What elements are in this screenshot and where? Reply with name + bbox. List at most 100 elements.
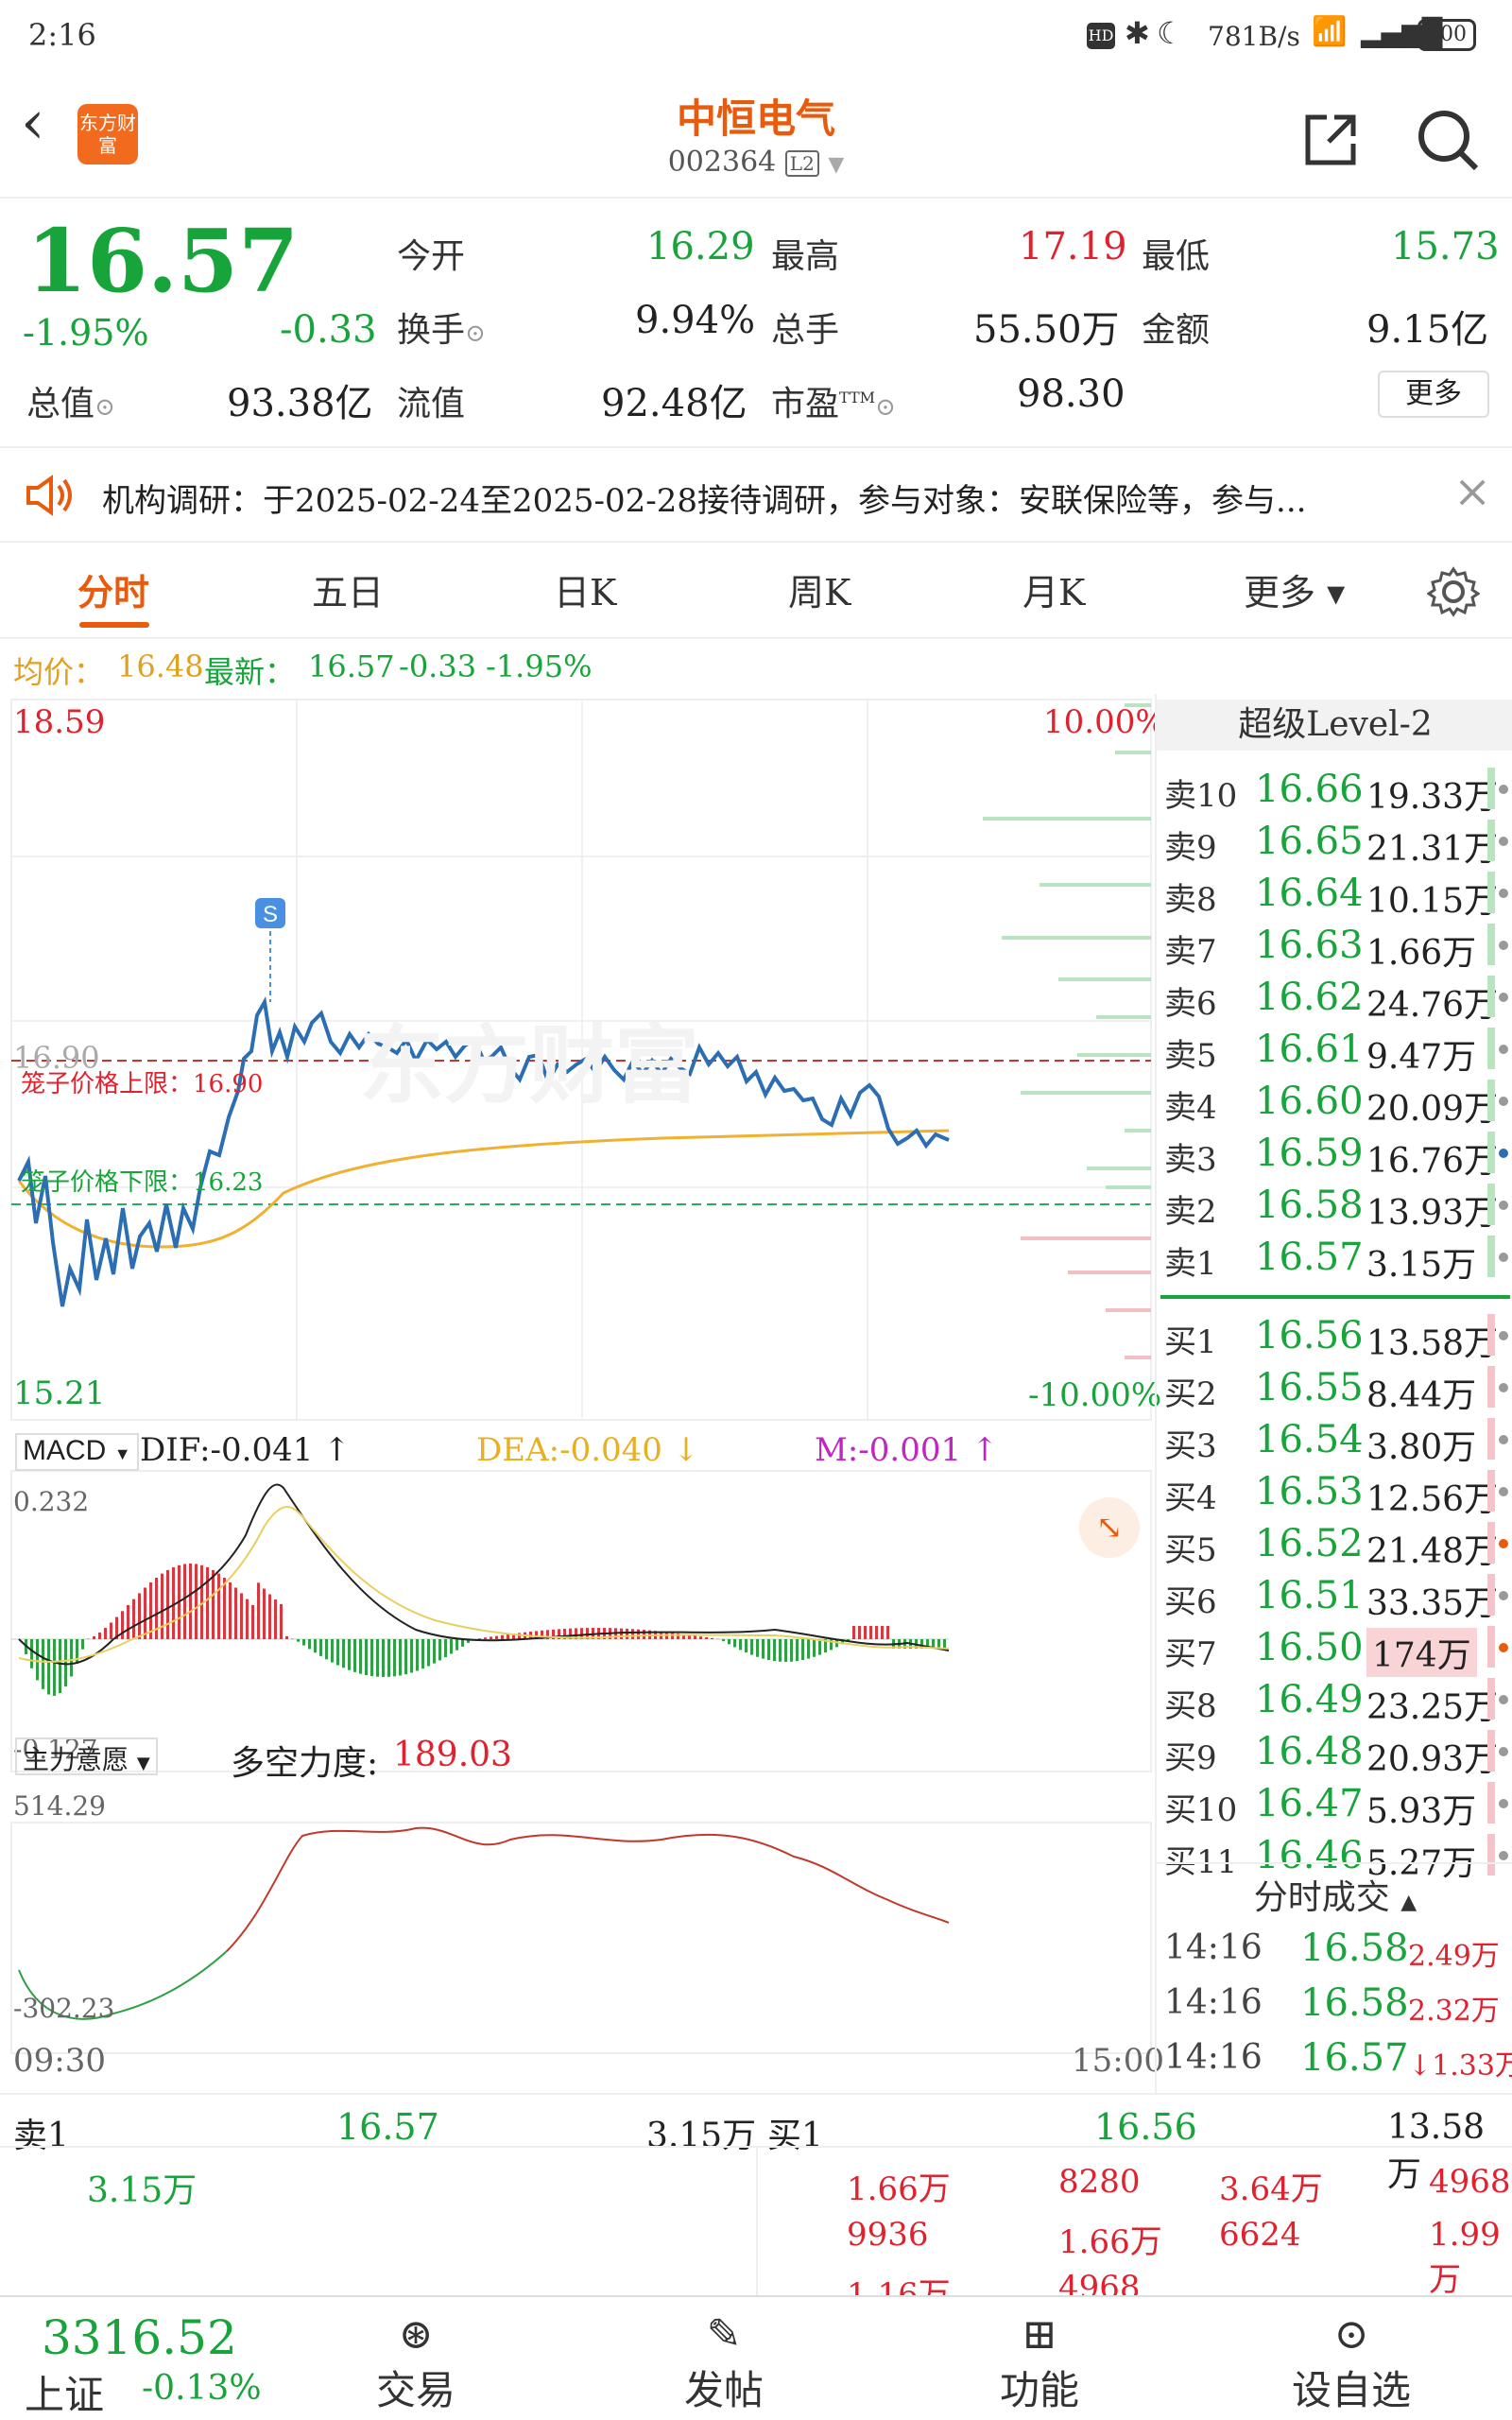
bid-row[interactable]: 买9 16.48 20.93万 [1164, 1726, 1508, 1779]
bid-row[interactable]: 买3 16.54 3.80万 [1164, 1414, 1508, 1467]
ask-row[interactable]: 卖3 16.59 16.76万 [1164, 1128, 1508, 1181]
ask-row[interactable]: 卖5 16.61 9.47万 [1164, 1024, 1508, 1077]
force-red-line [226, 1826, 950, 1952]
bid-row[interactable]: 买2 16.55 8.44万 [1164, 1362, 1508, 1415]
status-bar: 2:16 HD ✱ ☾ 781B/s 📶 ▂▄▆█ 100 [0, 0, 1512, 72]
mktcap-label[interactable]: 总值⊙ [26, 376, 115, 425]
back-icon[interactable]: ‹ [21, 93, 45, 153]
bid-volume-bar [1487, 1366, 1495, 1408]
bid-price: 16.52 [1255, 1522, 1364, 1565]
bid-label: 买4 [1164, 1479, 1217, 1517]
macd-bar [722, 1639, 725, 1642]
low-value: 15.73 [1391, 225, 1500, 268]
bid-dot [1499, 1851, 1508, 1860]
more-dots-icon: ⊙ [1333, 2310, 1369, 2359]
bid-row[interactable]: 买1 16.56 13.58万 [1164, 1310, 1508, 1363]
trades-title[interactable]: 分时成交 ▲ [1157, 1870, 1512, 1919]
bid-dot [1499, 1695, 1508, 1704]
close-icon[interactable]: × [1453, 465, 1491, 518]
bid-price: 16.51 [1255, 1574, 1364, 1617]
tab-more[interactable]: 更多 ▾ [1244, 563, 1345, 615]
macd-bar [518, 1633, 521, 1639]
ask-row[interactable]: 卖9 16.65 21.31万 [1164, 816, 1508, 869]
ask-dot [1499, 785, 1508, 794]
bid-row[interactable]: 买8 16.49 23.25万 [1164, 1674, 1508, 1727]
ask-row[interactable]: 卖8 16.64 10.15万 [1164, 868, 1508, 921]
bid-row[interactable]: 买4 16.53 12.56万 [1164, 1466, 1508, 1519]
bid-volume-bar [1487, 1626, 1495, 1668]
ask-row[interactable]: 卖6 16.62 24.76万 [1164, 972, 1508, 1025]
bid-volume: 23.25万 [1366, 1688, 1499, 1727]
macd-histogram [25, 1564, 946, 1696]
order-book-summary: 卖1 16.57 3.15万 买1 16.56 13.58万 3.15万 1.6… [0, 2093, 1512, 2314]
bid-volume: 13.58万 [1366, 1324, 1499, 1363]
grid-icon: ⊞ [1022, 2310, 1057, 2359]
search-icon[interactable] [1414, 106, 1482, 174]
book-divider [1160, 1295, 1510, 1299]
force-value: 189.03 [393, 1736, 512, 1774]
macd-bar [234, 1587, 237, 1639]
bid-label: 买8 [1164, 1687, 1217, 1725]
info-icon: ⊙ [94, 393, 115, 422]
bid-dot [1499, 1487, 1508, 1496]
bid-price: 16.56 [1255, 1314, 1364, 1357]
ask-dot [1499, 1253, 1508, 1262]
expand-icon[interactable]: ⤡ [1079, 1497, 1140, 1558]
macd-bar [104, 1628, 107, 1639]
bid-label: 买1 [1164, 1323, 1217, 1361]
force-selector[interactable]: 主力意愿 ▼ [15, 1737, 158, 1775]
more-button[interactable]: 更多 [1378, 371, 1489, 418]
bid-row[interactable]: 买5 16.52 21.48万 [1164, 1518, 1508, 1571]
macd-bar [881, 1626, 884, 1639]
chart-area[interactable]: S 18.59 10.00% 15.21 -10.00% 16.90 东方财富 … [0, 694, 1166, 2093]
macd-bar [501, 1634, 504, 1639]
bid-row[interactable]: 买7 16.50 174万 [1164, 1622, 1508, 1677]
ask-row[interactable]: 卖7 16.63 1.66万 [1164, 920, 1508, 973]
pe-value: 98.30 [1017, 372, 1125, 416]
level2-title[interactable]: 超级Level-2 [1157, 700, 1512, 751]
macd-bar [733, 1639, 736, 1648]
macd-bar [302, 1639, 305, 1646]
bid-row[interactable]: 买10 16.47 5.93万 [1164, 1778, 1508, 1831]
index-value[interactable]: 3316.52 [42, 2310, 237, 2365]
bid-label: 买6 [1164, 1583, 1217, 1621]
intraday-chart-svg[interactable]: S [0, 694, 1155, 2093]
macd-bar [801, 1639, 804, 1661]
nav-watchlist[interactable]: ⊙ 设自选 [1266, 2310, 1436, 2416]
tab-day-k[interactable]: 日K [554, 563, 616, 615]
ask-row[interactable]: 卖10 16.66 19.33万 [1164, 764, 1508, 817]
tab-week-k[interactable]: 周K [788, 563, 850, 615]
macd-bar [121, 1611, 124, 1639]
stock-name[interactable]: 中恒电气 [567, 87, 945, 145]
macd-selector[interactable]: MACD ▼ [15, 1433, 139, 1471]
ask-price: 16.61 [1255, 1028, 1364, 1071]
stock-code-row[interactable]: 002364 L2 ▼ [614, 146, 898, 179]
macd-bar [745, 1639, 747, 1653]
bid-volume-bar [1487, 1730, 1495, 1772]
float-label: 流值 [397, 385, 466, 424]
tab-month-k[interactable]: 月K [1022, 563, 1085, 615]
nav-post[interactable]: ✎ 发帖 [667, 2310, 781, 2416]
watermark: 东方财富 [359, 1015, 699, 1115]
ask-row[interactable]: 卖1 16.57 3.15万 [1164, 1232, 1508, 1285]
pe-label[interactable]: 市盈TTM⊙ [771, 376, 896, 425]
ask-row[interactable]: 卖2 16.58 13.93万 [1164, 1180, 1508, 1233]
macd-bar [110, 1622, 112, 1639]
notice-bar[interactable]: 机构调研：于2025-02-24至2025-02-28接待调研，参与对象：安联保… [0, 446, 1512, 543]
tab-intraday[interactable]: 分时 [77, 563, 149, 615]
nav-trade[interactable]: ⊛ 交易 [359, 2310, 472, 2416]
share-icon[interactable] [1300, 110, 1361, 170]
wifi-icon: 📶 [1312, 15, 1348, 48]
ask-row[interactable]: 卖4 16.60 20.09万 [1164, 1076, 1508, 1129]
trade-row: 14:16 16.58 2.49万 [1164, 1923, 1508, 1976]
bottom-nav: 3316.52 上证 -0.13% ⊛ 交易 ✎ 发帖 ⊞ 功能 ⊙ 设自选 [0, 2295, 1512, 2420]
notice-text[interactable]: 机构调研：于2025-02-24至2025-02-28接待调研，参与对象：安联保… [102, 475, 1306, 521]
nav-functions[interactable]: ⊞ 功能 [983, 2310, 1096, 2416]
tab-5day[interactable]: 五日 [312, 563, 384, 615]
macd-bar [297, 1639, 300, 1642]
force-bottom: -302.23 [13, 1993, 115, 2024]
turnover-label[interactable]: 换手⊙ [397, 302, 486, 352]
bid-row[interactable]: 买6 16.51 33.35万 [1164, 1570, 1508, 1623]
index-name[interactable]: 上证 [25, 2363, 104, 2420]
settings-gear-icon[interactable] [1427, 565, 1480, 618]
